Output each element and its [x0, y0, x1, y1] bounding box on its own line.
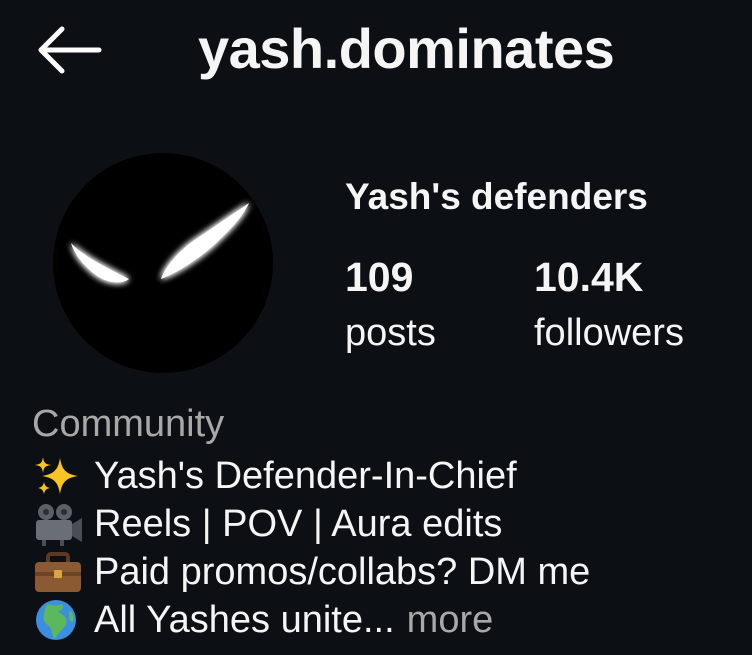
bio-line: All Yashes unite... more	[32, 596, 752, 644]
bio-line: Reels | POV | Aura edits	[32, 500, 752, 548]
followers-stat[interactable]: 10.4K followers	[534, 252, 684, 358]
bio-line-text: Paid promos/collabs? DM me	[94, 551, 591, 593]
globe-africa-europe-icon	[36, 600, 76, 640]
display-name: Yash's defenders	[345, 176, 648, 217]
bio-line: Paid promos/collabs? DM me	[32, 548, 752, 596]
posts-label: posts	[345, 312, 436, 354]
briefcase-icon	[35, 552, 81, 592]
arrow-left-icon	[38, 26, 102, 74]
more-link[interactable]: more	[407, 596, 494, 644]
bio-line: Yash's Defender-In-Chief	[32, 452, 752, 500]
profile-category: Community	[32, 403, 225, 445]
posts-count: 109	[345, 254, 414, 300]
glowing-eyes-avatar	[71, 203, 249, 283]
movie-camera-icon	[36, 504, 82, 546]
sparkles-icon	[35, 457, 78, 494]
profile-bio: Yash's Defender-In-Chief Reels | POV | A…	[32, 452, 752, 644]
bio-line-text: Yash's Defender-In-Chief	[94, 455, 517, 497]
followers-label: followers	[534, 312, 684, 354]
bio-line-text: All Yashes unite...	[94, 599, 395, 641]
profile-username: yash.dominates	[198, 17, 615, 80]
avatar[interactable]	[53, 153, 273, 373]
bio-line-text: Reels | POV | Aura edits	[94, 503, 503, 545]
top-bar: yash.dominates	[0, 0, 752, 100]
back-button[interactable]	[28, 18, 108, 82]
followers-count: 10.4K	[534, 254, 644, 300]
posts-stat[interactable]: 109 posts	[345, 252, 436, 358]
